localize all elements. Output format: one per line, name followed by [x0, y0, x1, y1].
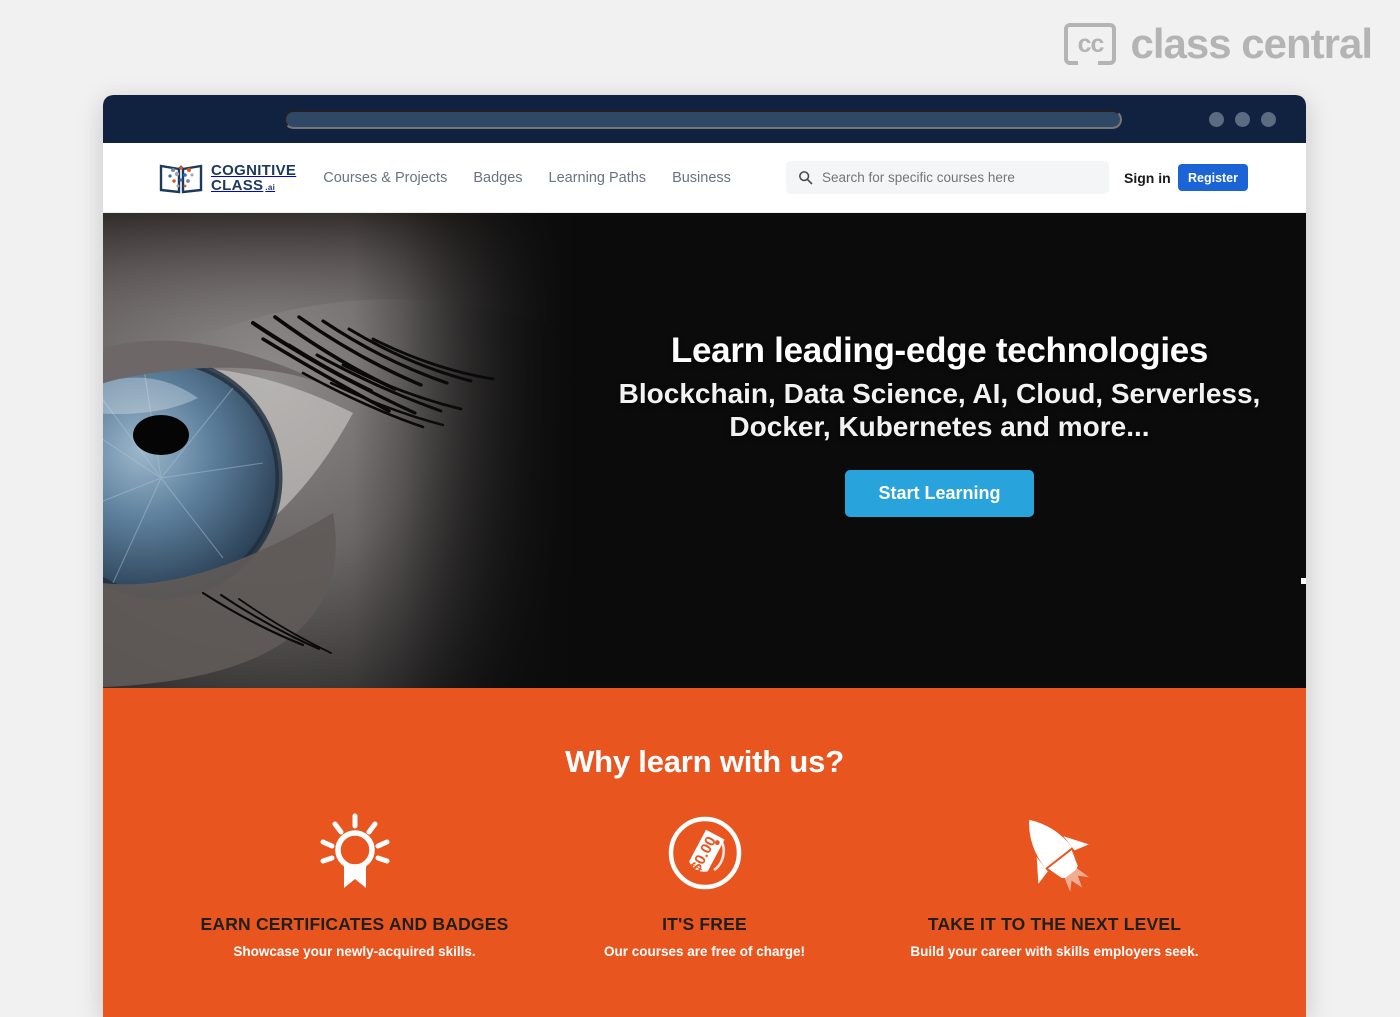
feature-card-free: $0.00 IT'S FREE Our courses are free of …	[530, 805, 880, 959]
feature-icon-wrapper	[880, 805, 1230, 900]
open-book-network-icon	[159, 164, 203, 193]
hero-subheadline-line-1: Blockchain, Data Science, AI, Cloud, Ser…	[618, 378, 1261, 409]
why-section-heading: Why learn with us?	[565, 744, 844, 779]
feature-subtitle: Build your career with skills employers …	[910, 944, 1199, 959]
search-icon	[799, 171, 813, 185]
hero-copy: Learn leading-edge technologies Blockcha…	[573, 331, 1306, 517]
logo-line-1: COGNITIVE	[211, 161, 297, 179]
feature-title: EARN CERTIFICATES AND BADGES	[200, 914, 509, 934]
feature-subtitle: Our courses are free of charge!	[603, 944, 806, 959]
class-central-watermark: cc class central	[1064, 20, 1373, 68]
search-box[interactable]	[786, 161, 1109, 194]
maximize-dot-icon[interactable]	[1235, 111, 1250, 127]
nav-item-learning-paths[interactable]: Learning Paths	[549, 170, 647, 186]
feature-icon-wrapper	[180, 805, 530, 900]
cc-logo-icon: cc	[1064, 23, 1117, 65]
browser-window: COGNITIVE CLASS .ai Courses & Projects B…	[103, 95, 1306, 1017]
feature-icon-wrapper: $0.00	[530, 805, 880, 900]
logo-wordmark: COGNITIVE CLASS .ai	[211, 163, 296, 193]
feature-card-certificates: EARN CERTIFICATES AND BADGES Showcase yo…	[180, 805, 530, 959]
feature-subtitle: Showcase your newly-acquired skills.	[233, 944, 476, 959]
main-navigation: Courses & Projects Badges Learning Paths…	[323, 170, 731, 186]
scroll-edge-marker	[1301, 578, 1306, 584]
feature-title: TAKE IT TO THE NEXT LEVEL	[927, 914, 1182, 934]
sign-in-link[interactable]: Sign in	[1124, 170, 1171, 186]
feature-card-next-level: TAKE IT TO THE NEXT LEVEL Build your car…	[880, 805, 1230, 959]
price-tag-icon: $0.00	[668, 816, 741, 889]
feature-title: IT'S FREE	[662, 914, 747, 934]
feature-cards: EARN CERTIFICATES AND BADGES Showcase yo…	[103, 805, 1306, 959]
hero-subheadline-line-2: Docker, Kubernetes and more...	[729, 410, 1150, 442]
cognitive-class-logo[interactable]: COGNITIVE CLASS .ai	[158, 161, 296, 195]
nav-item-courses-and-projects[interactable]: Courses & Projects	[323, 170, 447, 186]
register-button[interactable]: Register	[1178, 164, 1248, 191]
site-header: COGNITIVE CLASS .ai Courses & Projects B…	[103, 143, 1306, 213]
browser-titlebar	[103, 95, 1306, 143]
logo-line-2: CLASS	[211, 176, 264, 194]
close-dot-icon[interactable]	[1261, 111, 1276, 127]
hero-subheadline: Blockchain, Data Science, AI, Cloud, Ser…	[573, 378, 1306, 444]
search-input[interactable]	[822, 170, 1097, 185]
url-bar[interactable]	[284, 109, 1122, 129]
hero-headline: Learn leading-edge technologies	[670, 331, 1209, 370]
rocket-icon	[1028, 819, 1089, 892]
award-badge-icon	[320, 813, 389, 888]
hero-section: Learn leading-edge technologies Blockcha…	[103, 213, 1306, 688]
logo-suffix: .ai	[265, 182, 276, 192]
window-controls	[1209, 111, 1276, 127]
minimize-dot-icon[interactable]	[1209, 111, 1224, 127]
nav-item-business[interactable]: Business	[672, 170, 731, 186]
why-learn-with-us-section: Why learn with us? EARN CERTIFICATES AND…	[103, 688, 1306, 1017]
nav-item-badges[interactable]: Badges	[473, 170, 522, 186]
start-learning-button[interactable]: Start Learning	[845, 469, 1034, 517]
class-central-wordmark: class central	[1130, 20, 1373, 67]
